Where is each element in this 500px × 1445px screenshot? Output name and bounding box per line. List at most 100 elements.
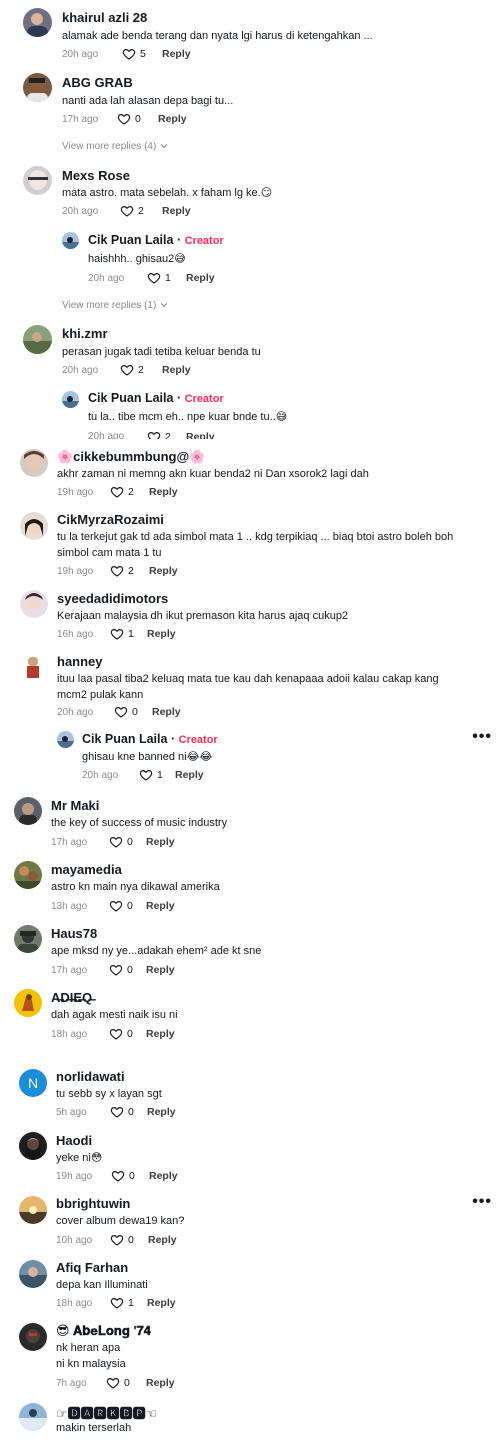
like-button[interactable]: 0 (110, 1233, 134, 1247)
comment-author[interactable]: mayamedia (51, 862, 122, 877)
comment-time: 17h ago (51, 837, 88, 848)
like-button[interactable]: 1 (110, 1296, 134, 1310)
reply-button[interactable]: Reply (186, 431, 215, 439)
comment-author[interactable]: hanney (57, 654, 103, 669)
reply-button[interactable]: Reply (146, 1028, 175, 1040)
chevron-down-icon (159, 141, 169, 151)
reply-button[interactable]: Reply (147, 1297, 176, 1309)
like-count: 2 (128, 486, 134, 498)
comment-author[interactable]: CikMyrzaRozaimi (57, 512, 164, 527)
reply-button[interactable]: Reply (162, 205, 191, 217)
comment-text: dah agak mesti naik isu ni (51, 1009, 178, 1021)
like-button[interactable]: 0 (109, 899, 133, 913)
like-button[interactable]: 5 (122, 47, 146, 61)
like-button[interactable]: 0 (117, 112, 141, 126)
reply-button[interactable]: Reply (146, 900, 175, 912)
avatar[interactable] (19, 1196, 47, 1224)
avatar[interactable] (23, 73, 52, 102)
reply-author[interactable]: Cik Puan Laila · Creator (88, 233, 224, 247)
avatar[interactable] (23, 166, 52, 195)
comment-author[interactable]: Haodi (56, 1133, 92, 1148)
avatar[interactable] (19, 1132, 47, 1160)
like-count: 1 (165, 272, 171, 284)
comment-author[interactable]: 🌸cikkebummbung@🌸 (57, 449, 205, 465)
comment-author[interactable]: khairul azli 28 (62, 10, 147, 25)
reply-button[interactable]: Reply (152, 706, 181, 718)
comment-author[interactable]: bbrightuwin (56, 1196, 130, 1211)
reply-button[interactable]: Reply (149, 1170, 178, 1182)
more-options-button[interactable]: ••• (472, 728, 492, 746)
comment-time: 19h ago (56, 1171, 93, 1182)
like-button[interactable]: 0 (110, 1105, 134, 1119)
like-count: 0 (124, 1377, 130, 1389)
avatar[interactable] (62, 391, 79, 408)
like-button[interactable]: 0 (109, 835, 133, 849)
avatar[interactable] (19, 1260, 47, 1288)
like-button[interactable]: 2 (147, 430, 171, 439)
like-count: 0 (127, 1028, 133, 1040)
like-button[interactable]: 0 (111, 1169, 135, 1183)
reply-time: 20h ago (88, 431, 125, 439)
like-button[interactable]: 0 (109, 1027, 133, 1041)
avatar[interactable] (14, 861, 42, 889)
creator-badge: Creator (178, 734, 218, 746)
like-button[interactable]: 2 (110, 485, 134, 499)
like-button[interactable]: 0 (109, 963, 133, 977)
like-button[interactable]: 2 (120, 204, 144, 218)
reply-button[interactable]: Reply (146, 1377, 175, 1389)
comment-author[interactable]: Afiq Farhan (56, 1260, 128, 1275)
reply-author[interactable]: Cik Puan Laila · Creator (88, 391, 224, 405)
avatar[interactable] (23, 325, 52, 354)
avatar[interactable] (19, 1403, 47, 1431)
avatar[interactable] (23, 655, 43, 679)
avatar[interactable] (62, 232, 79, 249)
avatar[interactable] (57, 731, 74, 748)
comment-author[interactable]: 😎 𝐀𝐛𝐞𝐋𝐨𝐧𝐠 '𝟕𝟒 (56, 1323, 151, 1339)
comment-author[interactable]: norlidawati (56, 1069, 125, 1084)
comment-text: ape mksd ny ye...adakah ehem² ade kt sne (51, 945, 262, 957)
comment-author[interactable]: syeedadidimotors (57, 591, 168, 606)
avatar[interactable] (20, 512, 48, 540)
like-count: 1 (128, 628, 134, 640)
like-button[interactable]: 1 (139, 768, 163, 782)
reply-button[interactable]: Reply (162, 364, 191, 376)
view-more-replies[interactable]: View more replies (1) (62, 300, 169, 311)
comment-time: 5h ago (56, 1107, 87, 1118)
reply-button[interactable]: Reply (147, 1106, 176, 1118)
reply-button[interactable]: Reply (146, 836, 175, 848)
comment-author[interactable]: A̶D̶I̶E̶Q̶ (51, 990, 92, 1005)
avatar[interactable] (19, 1323, 47, 1351)
avatar[interactable] (14, 989, 42, 1017)
avatar[interactable] (14, 925, 42, 953)
like-button[interactable]: 1 (147, 271, 171, 285)
reply-author[interactable]: Cik Puan Laila · Creator (82, 732, 218, 746)
like-button[interactable]: 2 (120, 363, 144, 377)
reply-button[interactable]: Reply (186, 272, 215, 284)
reply-button[interactable]: Reply (148, 1234, 177, 1246)
like-button[interactable]: 0 (114, 705, 138, 719)
avatar[interactable] (20, 590, 48, 618)
reply-button[interactable]: Reply (175, 769, 204, 781)
reply-button[interactable]: Reply (149, 486, 178, 498)
reply-button[interactable]: Reply (147, 628, 176, 640)
reply-button[interactable]: Reply (149, 565, 178, 577)
like-button[interactable]: 0 (106, 1376, 130, 1390)
avatar[interactable] (14, 797, 42, 825)
comment-author[interactable]: Haus78 (51, 926, 97, 941)
like-button[interactable]: 1 (110, 627, 134, 641)
like-count: 0 (129, 1170, 135, 1182)
like-button[interactable]: 2 (110, 564, 134, 578)
reply-button[interactable]: Reply (146, 964, 175, 976)
comment-text: perasan jugak tadi tetiba keluar benda t… (62, 346, 261, 358)
comment-author[interactable]: ABG GRAB (62, 75, 133, 90)
avatar[interactable] (23, 8, 52, 37)
comment-author[interactable]: Mr Maki (51, 798, 99, 813)
comment-author[interactable]: khi.zmr (62, 326, 108, 341)
more-options-button[interactable]: ••• (472, 1193, 492, 1211)
avatar[interactable] (20, 449, 48, 477)
view-more-replies[interactable]: View more replies (4) (62, 141, 169, 152)
reply-button[interactable]: Reply (158, 113, 187, 125)
avatar[interactable]: N (19, 1069, 47, 1097)
reply-button[interactable]: Reply (162, 48, 191, 60)
comment-author[interactable]: Mexs Rose (62, 168, 130, 183)
